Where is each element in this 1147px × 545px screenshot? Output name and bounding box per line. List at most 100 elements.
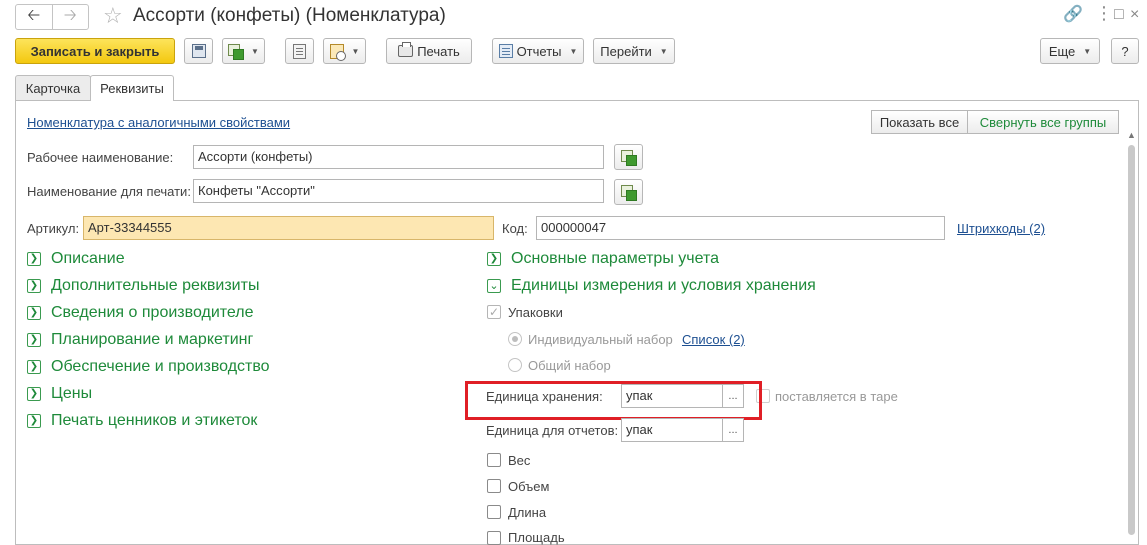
common-set-label: Общий набор (528, 358, 611, 373)
show-all-label: Показать все (879, 114, 960, 130)
code-label: Код: (502, 221, 528, 236)
expand-chevron-icon: ❯ (27, 333, 41, 347)
area-checkbox[interactable] (487, 531, 501, 545)
group-label: Цены (51, 385, 93, 402)
history-clock-icon (329, 43, 346, 61)
similar-items-link[interactable]: Номенклатура с аналогичными свойствами (27, 115, 290, 130)
goto-button[interactable]: Перейти ▼ (593, 38, 675, 64)
weight-label: Вес (508, 453, 531, 468)
group-planning-marketing[interactable]: ❯ Планирование и маркетинг (27, 331, 253, 349)
tab-requisites[interactable]: Реквизиты (90, 75, 174, 101)
print-label: Печать (417, 43, 460, 59)
save-and-close-button[interactable]: Записать и закрыть (15, 38, 175, 64)
article-label: Артикул: (27, 221, 80, 236)
work-name-label: Рабочее наименование: (27, 150, 174, 165)
area-label: Площадь (508, 530, 565, 545)
in-container-label: поставляется в таре (775, 389, 898, 404)
individual-set-label: Индивидуальный набор (528, 332, 673, 347)
print-button[interactable]: Печать (386, 38, 472, 64)
packaging-label: Упаковки (508, 305, 563, 320)
weight-checkbox[interactable] (487, 453, 501, 467)
history-button[interactable]: ▼ (323, 38, 366, 64)
group-supply-production[interactable]: ❯ Обеспечение и производство (27, 358, 270, 376)
length-label: Длина (508, 505, 547, 520)
reports-icon (498, 44, 513, 58)
print-name-input[interactable]: Конфеты "Ассорти" (193, 179, 604, 203)
navigation-buttons: 🡠 🡢 (15, 4, 89, 30)
print-name-copy-button[interactable] (614, 179, 643, 205)
help-label: ? (1121, 43, 1129, 59)
dropdown-caret-icon: ▼ (351, 46, 360, 56)
common-set-radio[interactable] (508, 358, 522, 372)
maximize-icon[interactable]: □ (1114, 6, 1124, 24)
group-label: Описание (51, 250, 125, 267)
document-list-icon (293, 43, 306, 59)
tab-requisites-label: Реквизиты (100, 81, 164, 96)
group-label: Сведения о производителе (51, 304, 254, 321)
expand-chevron-icon: ❯ (27, 306, 41, 320)
group-label: Планирование и маркетинг (51, 331, 254, 348)
report-unit-select-button[interactable]: ... (722, 418, 744, 442)
save-and-close-label: Записать и закрыть (30, 43, 160, 59)
expand-chevron-icon: ❯ (27, 360, 41, 374)
highlight-box (465, 381, 762, 420)
group-description[interactable]: ❯ Описание (27, 250, 125, 268)
favorite-star-icon[interactable]: ☆ (103, 4, 123, 28)
help-button[interactable]: ? (1111, 38, 1139, 64)
work-name-input[interactable]: Ассорти (конфеты) (193, 145, 604, 169)
scroll-up-arrow-icon[interactable]: ▲ (1127, 130, 1136, 140)
group-label: Дополнительные реквизиты (51, 277, 260, 294)
group-label: Единицы измерения и условия хранения (511, 277, 816, 294)
collapse-all-groups-button[interactable]: Свернуть все группы (967, 110, 1119, 134)
expand-chevron-icon: ❯ (27, 387, 41, 401)
group-label: Основные параметры учета (511, 250, 720, 267)
group-label: Обеспечение и производство (51, 358, 270, 375)
printer-icon (398, 42, 414, 57)
packaging-checkbox[interactable]: ✓ (487, 305, 501, 319)
collapse-chevron-icon: ⌄ (487, 279, 501, 293)
tab-card-label: Карточка (25, 80, 81, 96)
vertical-scrollbar[interactable] (1128, 145, 1135, 535)
tab-card[interactable]: Карточка (15, 75, 91, 100)
reports-label: Отчеты (516, 43, 562, 59)
show-all-button[interactable]: Показать все (871, 110, 968, 134)
window-title: Ассорти (конфеты) (Номенклатура) (133, 5, 446, 26)
back-arrow-icon[interactable]: 🡠 (16, 5, 52, 29)
individual-set-radio[interactable] (508, 332, 522, 346)
volume-label: Объем (508, 479, 550, 494)
dropdown-caret-icon: ▼ (569, 46, 578, 56)
create-based-on-button[interactable]: ▼ (222, 38, 265, 64)
article-input[interactable]: Арт-33344555 (83, 216, 494, 240)
packaging-list-link[interactable]: Список (2) (682, 332, 745, 347)
save-button[interactable] (184, 38, 213, 64)
volume-checkbox[interactable] (487, 479, 501, 493)
group-prices[interactable]: ❯ Цены (27, 385, 92, 403)
close-icon[interactable]: × (1130, 6, 1139, 24)
group-main-accounting-params[interactable]: ❯ Основные параметры учета (487, 250, 719, 268)
code-input[interactable]: 000000047 (536, 216, 945, 240)
report-unit-input[interactable]: упак (621, 418, 723, 442)
goto-label: Перейти (600, 43, 652, 59)
copy-icon (621, 149, 637, 166)
documents-button[interactable] (285, 38, 314, 64)
length-checkbox[interactable] (487, 505, 501, 519)
report-unit-label: Единица для отчетов: (486, 423, 619, 438)
collapse-all-label: Свернуть все группы (979, 114, 1107, 130)
reports-button[interactable]: Отчеты ▼ (492, 38, 584, 64)
more-button[interactable]: Еще ▼ (1040, 38, 1100, 64)
group-manufacturer[interactable]: ❯ Сведения о производителе (27, 304, 254, 322)
group-additional-requisites[interactable]: ❯ Дополнительные реквизиты (27, 277, 259, 295)
save-icon (191, 44, 206, 58)
group-units-storage[interactable]: ⌄ Единицы измерения и условия хранения (487, 277, 816, 295)
print-name-label: Наименование для печати: (27, 184, 191, 199)
dropdown-caret-icon: ▼ (251, 46, 259, 56)
work-name-copy-button[interactable] (614, 144, 643, 170)
group-label: Печать ценников и этикеток (51, 412, 258, 429)
group-price-tags-labels[interactable]: ❯ Печать ценников и этикеток (27, 412, 257, 430)
copy-icon (621, 184, 637, 201)
barcodes-link[interactable]: Штрихкоды (2) (957, 221, 1045, 236)
link-icon[interactable]: 🔗 (1063, 6, 1083, 24)
forward-arrow-icon[interactable]: 🡢 (51, 5, 89, 29)
menu-dots-icon[interactable]: ⋮ (1095, 4, 1113, 22)
create-based-on-icon (228, 43, 245, 60)
